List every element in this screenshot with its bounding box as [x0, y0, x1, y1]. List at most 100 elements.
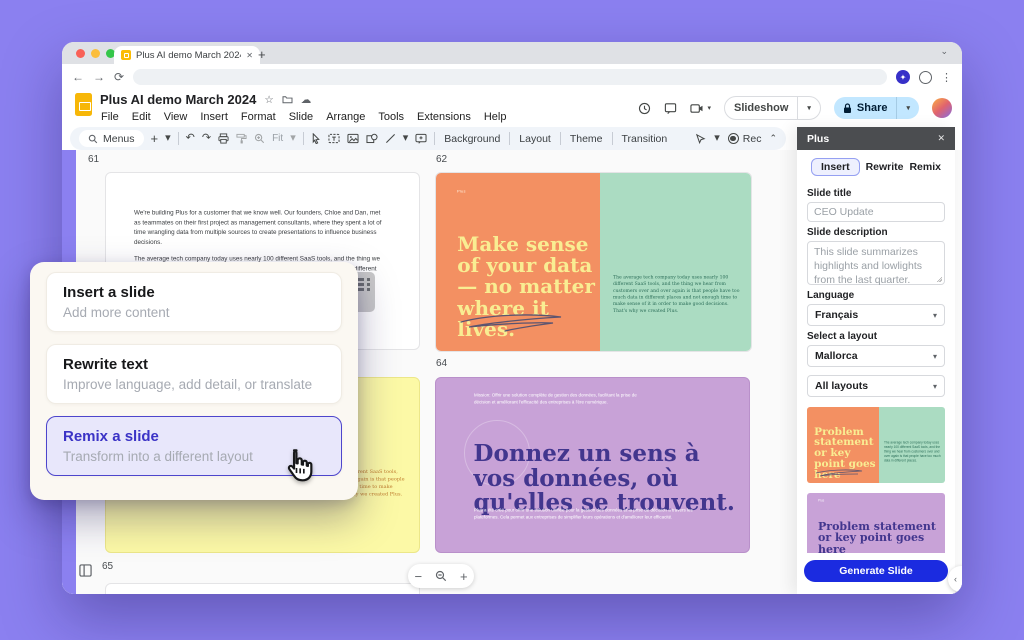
- browser-profile-icon[interactable]: [919, 71, 932, 84]
- select-cursor-icon[interactable]: [311, 133, 321, 144]
- layout-filter-value: All layouts: [815, 380, 868, 392]
- comment-history-icon[interactable]: [664, 102, 677, 115]
- divider: [178, 132, 179, 145]
- zoom-icon[interactable]: [254, 133, 265, 144]
- menu-help[interactable]: Help: [484, 111, 507, 123]
- collapse-toolbar-chevron-icon[interactable]: ⌃: [769, 134, 777, 143]
- layout-value: Mallorca: [815, 350, 858, 362]
- tab-insert[interactable]: Insert: [811, 158, 860, 176]
- share-chevron-icon[interactable]: ▾: [897, 104, 919, 112]
- menu-extensions[interactable]: Extensions: [417, 111, 471, 123]
- browser-menu-icon[interactable]: ⋮: [941, 71, 952, 84]
- transition-button[interactable]: Transition: [620, 133, 670, 145]
- slide-64[interactable]: Mission: Offrir une solution complète de…: [435, 377, 750, 553]
- chevron-down-icon: ▾: [933, 352, 937, 361]
- minimize-window-button[interactable]: [91, 49, 100, 58]
- record-button[interactable]: Rec: [728, 133, 762, 145]
- tab-search-chevron-icon[interactable]: ⌄: [940, 46, 948, 57]
- forward-icon[interactable]: →: [93, 71, 105, 83]
- tab-remix[interactable]: Remix: [909, 161, 941, 173]
- menu-edit[interactable]: Edit: [132, 111, 151, 123]
- grid-view-icon[interactable]: [79, 564, 92, 577]
- select-layout-label: Select a layout: [807, 331, 945, 342]
- scribble-underline: [814, 468, 864, 478]
- slides-favicon-icon: [121, 50, 131, 60]
- close-window-button[interactable]: [76, 49, 85, 58]
- tab-title: Plus AI demo March 2024 - G: [136, 50, 241, 61]
- plus-extension-icon[interactable]: ✦: [896, 70, 910, 84]
- menu-insert[interactable]: Insert: [200, 111, 228, 123]
- zoom-in-button[interactable]: +: [460, 570, 468, 583]
- layout-button[interactable]: Layout: [517, 133, 553, 145]
- fit-zoom-select[interactable]: Fit: [272, 133, 283, 144]
- insert-shape-icon[interactable]: [366, 133, 378, 144]
- slide-65[interactable]: [105, 583, 420, 594]
- search-menus-button[interactable]: Menus: [79, 130, 144, 147]
- line-chevron-icon[interactable]: ▾: [403, 133, 409, 144]
- new-tab-button[interactable]: +: [258, 47, 266, 62]
- insert-slide-option[interactable]: Insert a slide Add more content: [46, 272, 342, 332]
- slideshow-chevron-icon[interactable]: ▾: [798, 104, 820, 112]
- menu-format[interactable]: Format: [241, 111, 276, 123]
- laser-pointer-icon[interactable]: [695, 133, 706, 144]
- divider: [509, 132, 510, 145]
- menu-slide[interactable]: Slide: [289, 111, 313, 123]
- paint-format-icon[interactable]: [236, 133, 247, 144]
- new-slide-button[interactable]: +: [151, 132, 159, 145]
- google-slides-logo-icon[interactable]: [75, 93, 92, 116]
- reload-icon[interactable]: ⟳: [114, 71, 124, 83]
- menu-view[interactable]: View: [164, 111, 188, 123]
- lock-icon: [843, 103, 852, 114]
- text-box-icon[interactable]: [328, 133, 340, 144]
- print-icon[interactable]: [218, 133, 229, 144]
- cloud-status-icon[interactable]: ☁: [301, 94, 312, 106]
- chevron-down-icon: ▾: [933, 382, 937, 391]
- address-bar[interactable]: [133, 69, 887, 85]
- new-slide-chevron-icon[interactable]: ▾: [165, 133, 171, 144]
- account-avatar[interactable]: [932, 98, 952, 118]
- close-sidebar-icon[interactable]: ✕: [937, 133, 945, 144]
- star-icon[interactable]: ☆: [264, 94, 273, 106]
- insert-comment-icon[interactable]: [415, 133, 427, 144]
- menu-tools[interactable]: Tools: [378, 111, 404, 123]
- close-tab-icon[interactable]: ✕: [246, 51, 253, 60]
- rewrite-text-option[interactable]: Rewrite text Improve language, add detai…: [46, 344, 342, 404]
- slideshow-button[interactable]: Slideshow ▾: [724, 96, 821, 120]
- move-folder-icon[interactable]: [282, 95, 293, 104]
- background-button[interactable]: Background: [442, 133, 502, 145]
- option-title: Rewrite text: [63, 356, 325, 373]
- menu-file[interactable]: File: [101, 111, 119, 123]
- slide-62[interactable]: Plus Make sense of your data — no matter…: [435, 172, 752, 352]
- pointer-chevron-icon[interactable]: ▾: [714, 133, 720, 144]
- camera-chevron-icon[interactable]: ▾: [707, 104, 711, 112]
- preview-logo: Plus: [818, 499, 830, 503]
- theme-button[interactable]: Theme: [568, 133, 605, 145]
- generate-slide-button[interactable]: Generate Slide: [804, 560, 948, 582]
- slide-62-body: The average tech company today uses near…: [613, 274, 743, 314]
- option-subtitle: Improve language, add detail, or transla…: [63, 377, 325, 392]
- slide-62-orange-panel: Plus Make sense of your data — no matter…: [436, 173, 600, 351]
- document-title[interactable]: Plus AI demo March 2024: [100, 92, 256, 107]
- magnifier-icon[interactable]: [435, 570, 447, 582]
- layout-preview-1[interactable]: Problem statement or key point goes here…: [807, 407, 945, 483]
- language-select[interactable]: Français ▾: [807, 304, 945, 326]
- menu-arrange[interactable]: Arrange: [326, 111, 365, 123]
- redo-icon[interactable]: ↷: [202, 133, 211, 144]
- slide-description-textarea[interactable]: This slide summarizes highlights and low…: [807, 241, 945, 285]
- fit-chevron-icon[interactable]: ▾: [290, 133, 296, 144]
- share-button[interactable]: Share ▾: [834, 97, 919, 119]
- insert-line-icon[interactable]: [385, 133, 396, 144]
- undo-icon[interactable]: ↶: [186, 133, 195, 144]
- slide-title-label: Slide title: [807, 188, 945, 199]
- browser-tab[interactable]: Plus AI demo March 2024 - G ✕: [114, 46, 260, 64]
- layout-select[interactable]: Mallorca ▾: [807, 345, 945, 367]
- meet-camera-icon[interactable]: ▾: [690, 103, 711, 114]
- layout-filter-select[interactable]: All layouts ▾: [807, 375, 945, 397]
- back-icon[interactable]: ←: [72, 71, 84, 83]
- slide-title-input[interactable]: CEO Update: [807, 202, 945, 222]
- version-history-icon[interactable]: [638, 102, 651, 115]
- insert-image-icon[interactable]: [347, 133, 359, 144]
- plus-sidebar: Plus ✕ Insert Rewrite Remix Slide title …: [797, 127, 955, 594]
- zoom-out-button[interactable]: −: [414, 570, 422, 583]
- tab-rewrite[interactable]: Rewrite: [866, 161, 904, 173]
